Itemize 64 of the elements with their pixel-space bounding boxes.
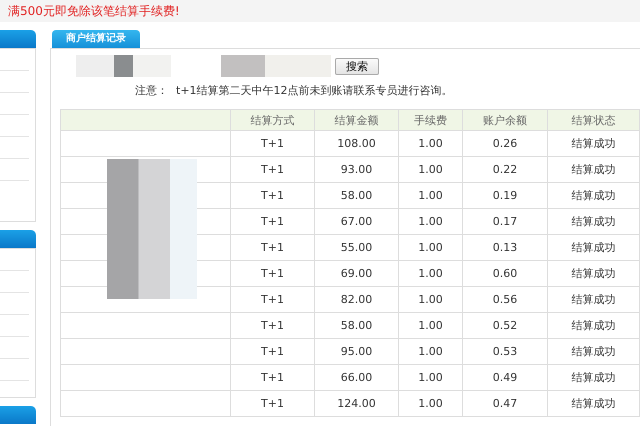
table-cell: 1.00 xyxy=(398,286,462,312)
table-cell: 1.00 xyxy=(398,338,462,364)
table-cell: 1.00 xyxy=(398,364,462,390)
table-cell: 69.00 xyxy=(314,260,398,286)
column-header: 账户余额 xyxy=(462,110,548,130)
table-cell: T+1 xyxy=(230,390,314,416)
column-header: 结算金额 xyxy=(314,110,398,130)
table-cell: 0.52 xyxy=(462,312,548,338)
table-cell: T+1 xyxy=(230,338,314,364)
table-cell: 0.53 xyxy=(462,338,548,364)
table-cell: 1.00 xyxy=(398,312,462,338)
table-cell: 108.00 xyxy=(314,130,398,156)
table-cell: 1.00 xyxy=(398,130,462,156)
table-cell: 0.49 xyxy=(462,364,548,390)
notice-text: t+1结算第二天中午12点前未到账请联系专员进行咨询。 xyxy=(176,82,453,98)
table-cell: 结算成功 xyxy=(548,260,640,286)
table-cell: 1.00 xyxy=(398,156,462,182)
table-cell: 结算成功 xyxy=(548,208,640,234)
notice-banner-text: 满500元即免除该笔结算手续费! xyxy=(8,2,180,20)
table-cell: 58.00 xyxy=(314,312,398,338)
table-cell: 66.00 xyxy=(314,364,398,390)
table-cell: T+1 xyxy=(230,286,314,312)
table-cell: 结算成功 xyxy=(548,156,640,182)
table-cell: 结算成功 xyxy=(548,182,640,208)
search-button[interactable]: 搜索 xyxy=(335,58,379,74)
table-cell: 0.19 xyxy=(462,182,548,208)
table-cell: 1.00 xyxy=(398,234,462,260)
table-cell: T+1 xyxy=(230,234,314,260)
table-cell: T+1 xyxy=(230,156,314,182)
table-cell: 结算成功 xyxy=(548,286,640,312)
table-cell: 1.00 xyxy=(398,208,462,234)
table-cell: T+1 xyxy=(230,182,314,208)
table-cell: 结算成功 xyxy=(548,364,640,390)
table-cell: 结算成功 xyxy=(548,312,640,338)
table-cell: 67.00 xyxy=(314,208,398,234)
table-cell: 0.22 xyxy=(462,156,548,182)
table-cell: 结算成功 xyxy=(548,130,640,156)
table-cell: 55.00 xyxy=(314,234,398,260)
table-cell: 93.00 xyxy=(314,156,398,182)
table-cell: 1.00 xyxy=(398,182,462,208)
table-cell: 结算成功 xyxy=(548,390,640,416)
table-cell: 0.17 xyxy=(462,208,548,234)
column-header: 结算状态 xyxy=(548,110,640,130)
table-cell: T+1 xyxy=(230,260,314,286)
table-cell: 0.60 xyxy=(462,260,548,286)
column-header: 结算方式 xyxy=(230,110,314,130)
table-cell: 82.00 xyxy=(314,286,398,312)
table-cell: 58.00 xyxy=(314,182,398,208)
column-header: 手续费 xyxy=(398,110,462,130)
table-cell: T+1 xyxy=(230,364,314,390)
table-cell: 124.00 xyxy=(314,390,398,416)
table-cell: 结算成功 xyxy=(548,338,640,364)
table-cell: T+1 xyxy=(230,312,314,338)
table-cell: 95.00 xyxy=(314,338,398,364)
table-cell: 0.56 xyxy=(462,286,548,312)
table-cell: 结算成功 xyxy=(548,234,640,260)
table-cell: T+1 xyxy=(230,208,314,234)
table-cell: 0.26 xyxy=(462,130,548,156)
table-cell: 1.00 xyxy=(398,390,462,416)
table-cell: 0.47 xyxy=(462,390,548,416)
table-cell: 0.13 xyxy=(462,234,548,260)
table-cell: 1.00 xyxy=(398,260,462,286)
notice-label: 注意： xyxy=(135,82,168,98)
table-cell: T+1 xyxy=(230,130,314,156)
